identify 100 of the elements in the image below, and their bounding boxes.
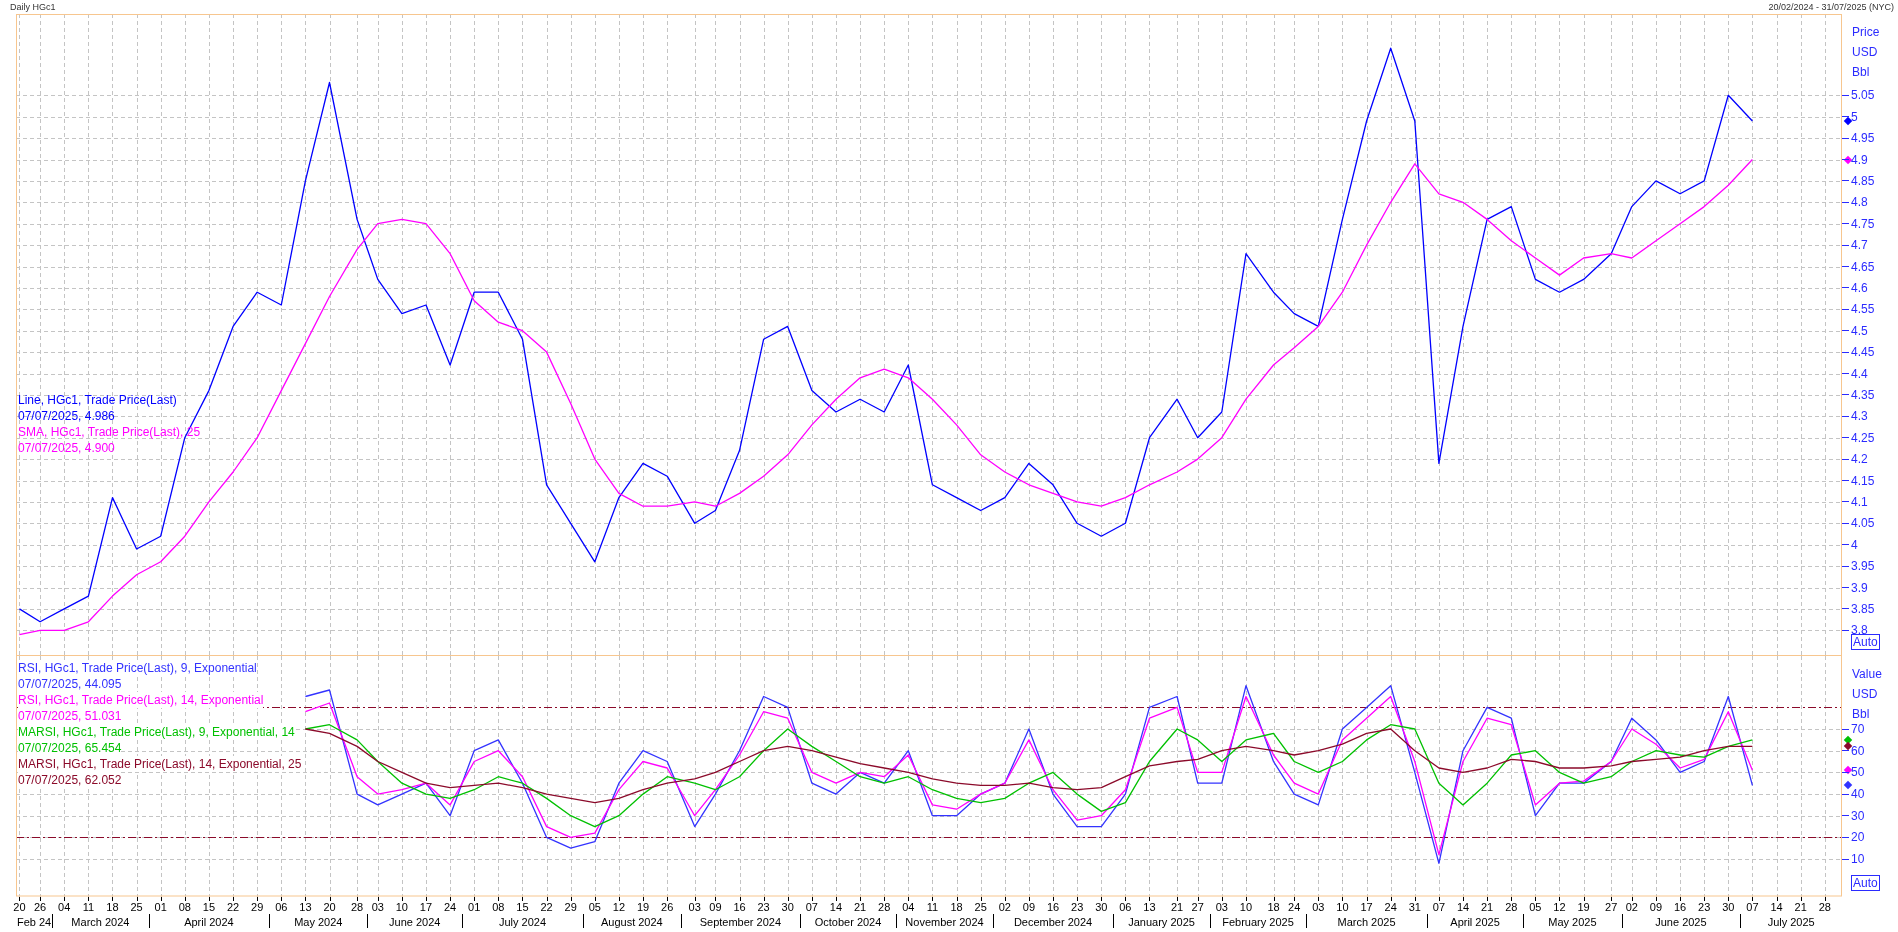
axis-label: 3.9	[1851, 580, 1868, 595]
axis-label: 5	[1851, 109, 1858, 124]
tick-mark	[1274, 897, 1275, 901]
axis-label: 4.8	[1851, 195, 1868, 210]
axis-label: 22	[226, 901, 240, 913]
axis-label: 03	[371, 901, 384, 913]
legend-value: 07/07/2025, 4.900	[18, 440, 115, 456]
tick-mark	[1704, 897, 1705, 901]
tick-mark	[1632, 897, 1633, 901]
auto-scale-button[interactable]: Auto	[1851, 875, 1880, 891]
axis-label: 4.75	[1851, 216, 1875, 231]
axis-title: USD	[1852, 44, 1879, 61]
tick-mark	[1559, 897, 1560, 901]
axis-label: 21	[1481, 901, 1494, 913]
month-label: May 2025	[1548, 916, 1597, 928]
legend-label: SMA, HGc1, Trade Price(Last), 25	[18, 424, 201, 440]
date-range: 20/02/2024 - 31/07/2025 (NYC)	[1768, 2, 1894, 12]
axis-label: 30	[1851, 808, 1865, 823]
tick-mark	[1825, 897, 1826, 901]
tick-mark	[1342, 897, 1343, 901]
tick-mark	[1842, 137, 1849, 139]
axis-label: 3.95	[1851, 559, 1875, 574]
axis-label: 4.85	[1851, 173, 1875, 188]
axis-label: 4.95	[1851, 131, 1875, 146]
axis-label: 20	[13, 901, 26, 913]
axis-label: 08	[492, 901, 505, 913]
tick-mark	[1487, 897, 1488, 901]
tick-mark	[836, 897, 837, 901]
tick-mark	[812, 897, 813, 901]
axis-label: 20	[323, 901, 336, 913]
axis-label: 60	[1851, 743, 1865, 758]
tick-mark	[667, 897, 668, 901]
axis-label: 14	[1770, 901, 1783, 913]
tick-mark	[695, 897, 696, 901]
axis-label: 01	[154, 901, 167, 913]
tick-mark	[1842, 480, 1849, 481]
axis-title: Bbl	[1852, 64, 1871, 81]
axis-label: 04	[58, 901, 71, 913]
tick-mark	[1077, 897, 1078, 901]
axis-label: 5.05	[1851, 88, 1875, 103]
axis-label: 4.7	[1851, 238, 1868, 253]
axis-label: 08	[178, 901, 191, 913]
axis-label: 4.15	[1851, 473, 1875, 488]
month-label: Feb 24	[16, 916, 52, 928]
last-value-marker	[1843, 742, 1853, 751]
tick-mark	[1222, 897, 1223, 901]
tick-mark	[981, 897, 982, 901]
axis-label: 16	[1046, 901, 1060, 913]
tick-mark	[1611, 897, 1612, 901]
tick-mark	[1842, 815, 1849, 817]
tick-mark	[209, 897, 210, 901]
axis-title: USD	[1852, 686, 1879, 703]
axis-label: 28	[1818, 901, 1831, 913]
axis-label: 25	[130, 901, 143, 913]
axis-label: 4.6	[1851, 280, 1868, 295]
axis-label: 03	[1215, 901, 1228, 913]
axis-title: Value	[1852, 666, 1882, 683]
month-label: February 2025	[1222, 916, 1294, 928]
tick-mark	[1842, 244, 1849, 246]
tick-mark	[1842, 373, 1849, 374]
axis-label: 09	[1649, 901, 1663, 913]
tick-mark	[1053, 897, 1054, 901]
tick-mark	[1101, 897, 1102, 901]
axis-label: 11	[926, 901, 939, 913]
tick-mark	[1842, 836, 1849, 838]
tick-mark	[571, 897, 572, 901]
auto-scale-button[interactable]: Auto	[1851, 634, 1880, 650]
axis-label: 16	[733, 901, 746, 913]
axis-label: 21	[1794, 901, 1807, 913]
tick-mark	[1415, 897, 1416, 901]
axis-label: 13	[299, 901, 312, 913]
tick-mark	[522, 897, 523, 901]
tick-mark	[1801, 897, 1802, 901]
legend-label: MARSI, HGc1, Trade Price(Last), 14, Exponential, 25	[18, 756, 302, 772]
tick-mark	[1842, 608, 1849, 610]
tick-mark	[884, 897, 885, 901]
month-label: June 2024	[389, 916, 441, 928]
tick-mark	[1842, 180, 1849, 182]
axis-label: 12	[612, 901, 626, 913]
tick-mark	[1842, 308, 1849, 310]
legend-label: MARSI, HGc1, Trade Price(Last), 9, Exponential, 14	[18, 724, 295, 740]
tick-mark	[1842, 858, 1849, 860]
axis-label: 15	[202, 901, 216, 913]
axis-label: 12	[1553, 901, 1566, 913]
axis-label: 29	[251, 901, 264, 913]
axis-label: 27	[1605, 901, 1618, 913]
tick-mark	[1842, 629, 1849, 631]
tick-mark	[112, 897, 113, 901]
legend-value: 07/07/2025, 51.031	[18, 708, 122, 724]
last-value-marker	[1843, 781, 1853, 790]
axis-label: 4.05	[1851, 516, 1875, 531]
tick-mark	[1125, 897, 1126, 901]
tick-mark	[1842, 522, 1849, 524]
axis-label: 4	[1851, 537, 1858, 552]
month-label: May 2024	[294, 916, 343, 928]
tick-mark	[40, 897, 41, 901]
tick-mark	[1318, 897, 1319, 901]
chart-title: Daily HGc1	[10, 2, 56, 12]
axis-label: 3.85	[1851, 601, 1875, 616]
axis-label: 4.5	[1851, 323, 1868, 338]
